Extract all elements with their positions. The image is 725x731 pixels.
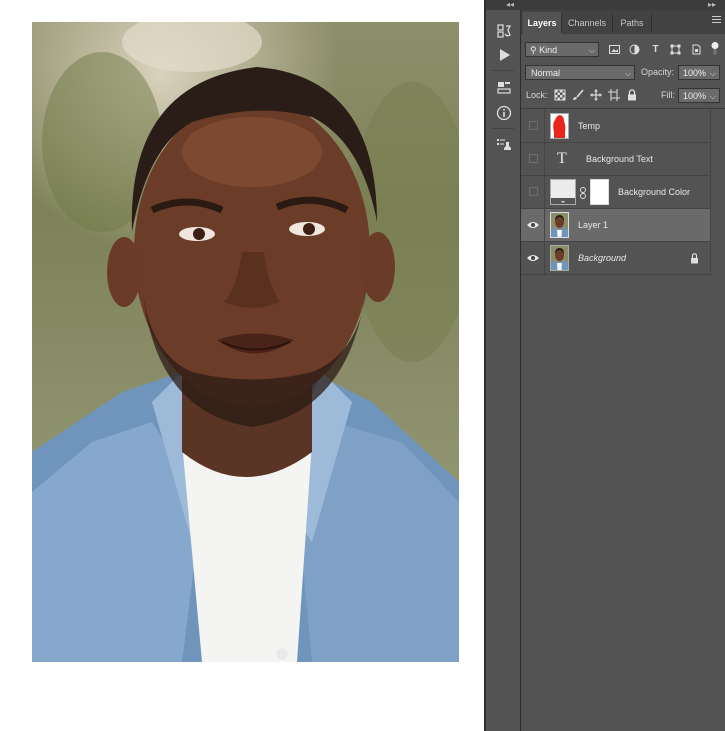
lock-transparent-icon[interactable] <box>554 89 566 101</box>
layer-thumbnail <box>550 245 569 271</box>
layer-row-temp[interactable]: Temp <box>521 110 711 143</box>
properties-icon[interactable] <box>495 78 513 96</box>
layer-name: Background Color <box>618 187 691 197</box>
chevron-down-icon: ⌵ <box>588 46 595 55</box>
strip-separator <box>492 128 514 129</box>
shape-filter-icon[interactable] <box>670 44 681 55</box>
image-filter-icon[interactable] <box>609 44 620 55</box>
panel-separator <box>521 108 725 109</box>
smart-object-filter-icon[interactable] <box>691 44 702 55</box>
type-filter-icon[interactable]: T <box>650 44 661 55</box>
panel-dock-header: ◂◂ ▸▸ <box>486 0 725 10</box>
visibility-toggle[interactable] <box>521 209 545 242</box>
type-layer-icon: T <box>557 150 567 167</box>
layer-row-background[interactable]: Background <box>521 242 711 275</box>
blend-mode-value: Normal <box>531 68 561 78</box>
panel-tabs: Layers Channels Paths <box>521 10 725 34</box>
tab-separator <box>651 14 652 32</box>
blend-mode-select[interactable]: Normal ⌵ <box>525 65 635 80</box>
kind-label: Kind <box>539 45 558 55</box>
chevron-down-icon: ⌵ <box>709 69 716 78</box>
strip-separator <box>492 70 514 71</box>
adjustment-filter-icon[interactable] <box>629 44 640 55</box>
lock-icon[interactable] <box>690 253 699 264</box>
search-icon: ⚲ <box>530 45 537 55</box>
clone-source-icon[interactable] <box>495 136 513 154</box>
layer-row-layer-1[interactable]: Layer 1 <box>521 209 711 242</box>
layer-row-background-text[interactable]: T Background Text <box>521 143 711 176</box>
fill-field[interactable]: 100% ⌵ <box>678 88 720 103</box>
lock-position-icon[interactable] <box>590 89 602 101</box>
portrait-photo <box>32 22 459 662</box>
opacity-value: 100% <box>683 68 707 78</box>
panel-icon-strip <box>486 10 521 731</box>
visibility-off-box <box>529 121 538 130</box>
eye-icon <box>527 255 539 261</box>
tab-channels[interactable]: Channels <box>562 12 612 34</box>
visibility-toggle[interactable] <box>521 242 545 275</box>
visibility-off-box <box>529 187 538 196</box>
chevron-down-icon: ⌵ <box>709 92 716 101</box>
lock-artboard-icon[interactable] <box>608 89 620 101</box>
layer-mask-thumbnail[interactable] <box>590 179 609 205</box>
visibility-toggle[interactable] <box>521 143 545 176</box>
eye-icon <box>527 222 539 228</box>
tab-layers[interactable]: Layers <box>523 12 561 34</box>
tab-paths[interactable]: Paths <box>613 12 651 34</box>
collapse-strip-icon[interactable]: ◂◂ <box>506 0 514 9</box>
chevron-down-icon: ⌵ <box>624 69 631 78</box>
collapse-panels-icon[interactable]: ▸▸ <box>708 0 716 9</box>
layer-name: Background <box>578 253 627 263</box>
filter-row: ⚲ Kind ⌵ T <box>521 42 725 57</box>
layer-name: Background Text <box>586 154 653 164</box>
visibility-toggle[interactable] <box>521 110 545 143</box>
filter-toggle-switch[interactable] <box>711 42 719 55</box>
layer-thumbnail <box>550 113 569 139</box>
layer-name: Layer 1 <box>578 220 609 230</box>
blend-row: Normal ⌵ Opacity: 100% ⌵ <box>521 65 725 80</box>
visibility-off-box <box>529 154 538 163</box>
layer-row-background-color[interactable]: Background Color <box>521 176 711 209</box>
layer-thumbnail <box>550 212 569 238</box>
info-icon[interactable] <box>495 104 513 122</box>
lock-label: Lock: <box>526 90 548 100</box>
fill-value: 100% <box>683 91 707 101</box>
opacity-field[interactable]: 100% ⌵ <box>678 65 720 80</box>
filter-kind-select[interactable]: ⚲ Kind ⌵ <box>525 42 599 57</box>
lock-row: Lock: Fill: 100% ⌵ <box>521 88 725 103</box>
panel-menu-icon[interactable] <box>712 16 721 24</box>
fill-label: Fill: <box>661 90 675 100</box>
fill-thumbnail <box>550 179 576 205</box>
layers-scrollbar[interactable] <box>710 110 725 276</box>
document-canvas[interactable] <box>0 0 485 731</box>
layer-name: Temp <box>578 121 601 131</box>
history-icon[interactable] <box>495 22 513 40</box>
mask-link-icon[interactable] <box>579 186 587 199</box>
lock-image-icon[interactable] <box>572 89 584 101</box>
layers-panel: Layers Channels Paths ⚲ Kind ⌵ T Normal … <box>521 10 725 731</box>
lock-all-icon[interactable] <box>626 89 638 101</box>
opacity-label: Opacity: <box>641 67 675 77</box>
actions-play-icon[interactable] <box>495 46 513 64</box>
visibility-toggle[interactable] <box>521 176 545 209</box>
